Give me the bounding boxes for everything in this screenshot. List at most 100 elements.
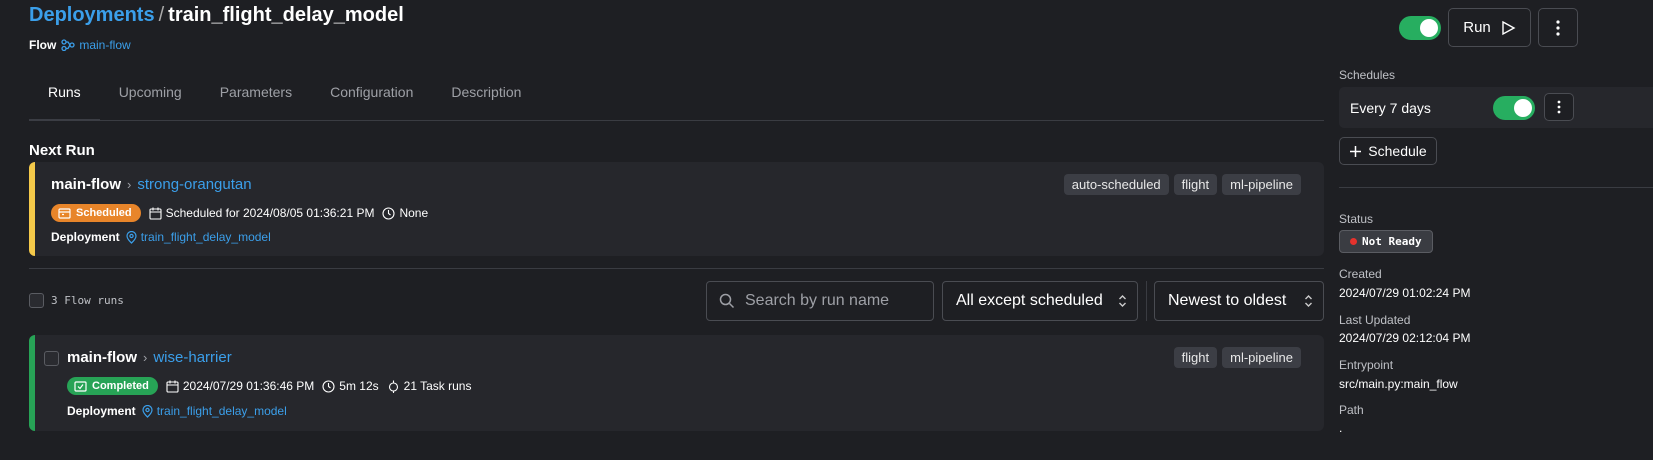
breadcrumb-deployments-link[interactable]: Deployments [29,4,155,26]
kebab-icon [1557,100,1561,114]
run-title: main-flow › wise-harrier [67,349,232,366]
flow-run-card[interactable]: main-flow › wise-harrier flight ml-pipel… [29,335,1324,431]
page-title: train_flight_delay_model [168,4,404,26]
state-label: Completed [92,380,149,392]
tab-runs[interactable]: Runs [29,66,100,121]
state-label: Scheduled [76,207,132,219]
start-time: 2024/07/29 01:36:46 PM [166,379,314,393]
tab-upcoming[interactable]: Upcoming [100,66,201,121]
run-button-label: Run [1463,19,1491,36]
sidebar-divider [1339,187,1653,188]
tab-label: Upcoming [118,84,182,100]
search-icon [719,293,735,309]
tab-label: Configuration [330,84,414,100]
state-bar [29,335,35,431]
created-value: 2024/07/29 01:02:24 PM [1339,286,1471,300]
calendar-icon [149,207,162,220]
run-title: main-flow › strong-orangutan [51,176,252,193]
state-badge: Completed [67,377,158,395]
calendar-state-icon [58,207,71,219]
chevron-right-icon: › [143,350,148,365]
chevron-updown-icon [1118,294,1127,308]
task-run-icon [387,380,400,393]
schedule-active-toggle[interactable] [1493,96,1535,120]
deployment-label: Deployment [51,230,120,244]
tag-list: flight ml-pipeline [1173,347,1301,368]
chevron-right-icon: › [127,177,132,192]
state-filter-value: All except scheduled [956,292,1103,309]
flow-name[interactable]: main-flow [51,176,121,193]
task-runs-text: 21 Task runs [403,379,472,393]
entrypoint-label: Entrypoint [1339,358,1394,372]
start-time-text: 2024/07/29 01:36:46 PM [182,379,315,393]
duration-text: 5m 12s [339,379,379,393]
schedule-item: Every 7 days [1339,87,1653,128]
duration: 5m 12s [322,379,379,393]
search-placeholder: Search by run name [745,292,890,309]
more-options-button[interactable] [1538,8,1578,47]
run-name-link[interactable]: strong-orangutan [137,176,251,193]
status-dot-icon [1350,238,1357,245]
deployment-link[interactable]: train_flight_delay_model [142,404,287,418]
deployment-name: train_flight_delay_model [140,230,271,244]
tag: auto-scheduled [1063,174,1169,195]
location-pin-icon [126,230,137,244]
status-label: Status [1339,212,1374,226]
flow-icon [61,39,75,51]
tab-label: Parameters [219,84,293,100]
scheduled-time: Scheduled for 2024/08/05 01:36:21 PM [149,206,375,220]
tab-configuration[interactable]: Configuration [311,66,432,121]
next-run-card[interactable]: main-flow › strong-orangutan auto-schedu… [29,162,1324,256]
check-state-icon [74,380,87,392]
deployment-active-toggle[interactable] [1399,16,1441,40]
breadcrumb: Deployments / train_flight_delay_model [29,4,404,27]
flow-info: Flow main-flow [29,38,131,52]
tab-bar: Runs Upcoming Parameters Configuration D… [29,66,1324,121]
run-meta: Completed 2024/07/29 01:36:46 PM 5m 12s … [67,377,471,395]
path-value: . [1339,421,1343,435]
run-button[interactable]: Run [1448,8,1531,47]
play-icon [1500,20,1516,36]
flow-name[interactable]: main-flow [67,349,137,366]
tag-list: auto-scheduled flight ml-pipeline [1063,174,1301,195]
clock-icon [322,379,335,393]
tab-description[interactable]: Description [432,66,540,121]
scheduled-text: Scheduled for 2024/08/05 01:36:21 PM [165,206,375,220]
deployment-name: train_flight_delay_model [156,404,287,418]
status-value: Not Ready [1362,235,1422,248]
schedule-menu-button[interactable] [1544,93,1574,121]
add-schedule-label: Schedule [1368,143,1427,159]
state-badge: Scheduled [51,204,141,222]
kebab-icon [1556,19,1560,36]
flow-name: main-flow [79,38,131,52]
tag: ml-pipeline [1222,347,1301,368]
sort-select[interactable]: Newest to oldest [1154,281,1324,321]
next-run-title: Next Run [29,142,95,159]
section-divider [29,268,1324,269]
updated-value: 2024/07/29 02:12:04 PM [1339,331,1471,345]
location-pin-icon [142,404,153,418]
schedules-label: Schedules [1339,68,1396,82]
duration: None [382,206,428,220]
run-select-checkbox[interactable] [44,351,59,366]
flow-link[interactable]: main-flow [61,38,131,52]
task-runs[interactable]: 21 Task runs [387,379,472,393]
deployment-link[interactable]: train_flight_delay_model [126,230,271,244]
run-name-link[interactable]: wise-harrier [153,349,231,366]
control-divider [1146,281,1147,321]
state-filter-select[interactable]: All except scheduled [942,281,1138,321]
select-all-checkbox[interactable] [29,293,44,308]
entrypoint-value: src/main.py:main_flow [1339,377,1458,391]
deployment-row: Deployment train_flight_delay_model [67,404,287,418]
plus-icon [1349,145,1362,158]
tab-label: Description [451,84,522,100]
schedule-text: Every 7 days [1350,100,1431,116]
deployment-label: Deployment [67,404,136,418]
state-bar [29,162,35,256]
tag: ml-pipeline [1222,174,1301,195]
add-schedule-button[interactable]: Schedule [1339,137,1437,165]
path-label: Path [1339,403,1364,417]
deployment-row: Deployment train_flight_delay_model [51,230,271,244]
tab-parameters[interactable]: Parameters [201,66,311,121]
search-input[interactable]: Search by run name [706,281,934,321]
